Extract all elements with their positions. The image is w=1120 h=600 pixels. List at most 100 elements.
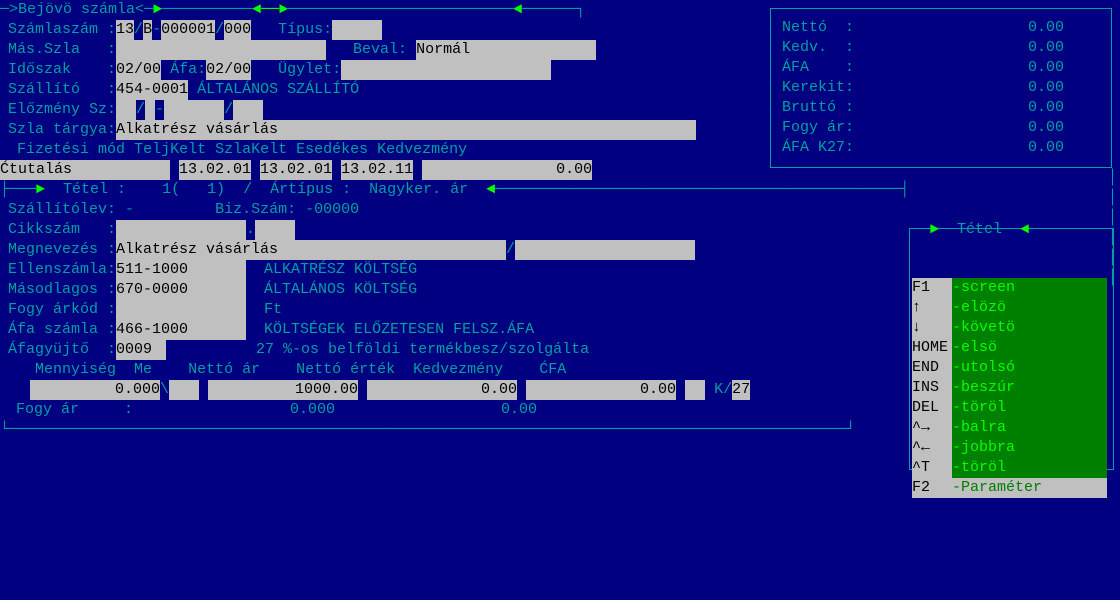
ell-field[interactable]: 511-1000 <box>116 260 246 280</box>
targy-field[interactable]: Alkatrész vásárlás <box>116 120 696 140</box>
bizszam-label: Biz.Szám: <box>215 201 296 218</box>
mas-nev: ÁLTALÁNOS KÖLTSÉG <box>264 281 417 298</box>
payment-header: Fizetési mód TeljKelt SzlaKelt Esedékes … <box>8 140 467 160</box>
nar-field[interactable]: 1000.00 <box>208 380 358 400</box>
szallito-kod[interactable]: 454-0001 <box>116 80 188 100</box>
total-fogy: Fogy ár:0.00 <box>782 118 1064 138</box>
total-netto: Nettó :0.00 <box>782 18 1064 38</box>
e3[interactable] <box>164 100 224 120</box>
far2: 0.00 <box>407 400 537 420</box>
total-kerekit: Kerekit:0.00 <box>782 78 1064 98</box>
afa-field[interactable]: 02/00 <box>206 60 251 80</box>
me-f[interactable] <box>169 380 199 400</box>
szamlaszam-field[interactable]: 13 <box>116 20 134 40</box>
help-row: END-utolsó <box>912 358 1109 378</box>
afasz-nev: KÖLTSÉGEK ELŐZETESEN FELSZ.ÁFA <box>264 321 534 338</box>
e1[interactable] <box>116 100 136 120</box>
megn-field[interactable]: Alkatrész vásárlás <box>116 240 506 260</box>
tipus-field[interactable] <box>332 20 382 40</box>
title-bar: ─>Bejövö számla<─►──────────◄──►────────… <box>0 0 585 20</box>
kedv-field[interactable]: 0.00 <box>422 160 592 180</box>
help-row: F1-screen <box>912 278 1109 298</box>
mas-label: Másodlagos : <box>8 281 116 298</box>
help-row: F2-Paraméter <box>912 478 1109 498</box>
szallito-label: Szállító : <box>8 81 116 98</box>
help-row: ^←-jobbra <box>912 438 1109 458</box>
megn-label: Megnevezés : <box>8 241 116 258</box>
sz4[interactable]: 000 <box>224 20 251 40</box>
esed-field[interactable]: 13.02.11 <box>341 160 413 180</box>
afasz-label: Áfa számla : <box>8 321 116 338</box>
total-brutto: Bruttó :0.00 <box>782 98 1064 118</box>
afagy-nev: 27 %-os belföldi termékbesz/szolgálta <box>256 341 589 358</box>
help-key: ^T <box>912 458 952 478</box>
help-row: ↓-követö <box>912 318 1109 338</box>
fizmod-field[interactable]: Ćtutalás <box>0 160 170 180</box>
help-row: ^T-töröl <box>912 458 1109 478</box>
help-body: F1-screen↑-elözö↓-követöHOME-elsöEND-uto… <box>912 238 1109 518</box>
help-key: F1 <box>912 278 952 298</box>
help-desc: -utolsó <box>952 358 1107 378</box>
help-title: ► Tétel ◄ <box>930 220 1029 240</box>
e2[interactable] <box>145 100 155 120</box>
help-row: HOME-elsö <box>912 338 1109 358</box>
afasz-field[interactable]: 466-1000 <box>116 320 246 340</box>
afa27-field[interactable]: 27 <box>732 380 750 400</box>
help-key: DEL <box>912 398 952 418</box>
help-desc: -követö <box>952 318 1107 338</box>
help-desc: -beszúr <box>952 378 1107 398</box>
megn2[interactable] <box>515 240 695 260</box>
nert-field[interactable]: 0.00 <box>367 380 517 400</box>
kedv2-field[interactable]: 0.00 <box>526 380 676 400</box>
ugylet-label: Ügylet: <box>278 61 341 78</box>
fogyar-label: Fogy ár : <box>16 401 133 418</box>
fogyarkod-field[interactable] <box>116 300 246 320</box>
masszla-field[interactable] <box>116 40 326 60</box>
afagy-field[interactable]: 0009 <box>116 340 166 360</box>
help-key: ↓ <box>912 318 952 338</box>
szlak-field[interactable]: 13.02.01 <box>260 160 332 180</box>
menny-field[interactable]: 0.000 <box>30 380 160 400</box>
fogyarkod-label: Fogy árkód : <box>8 301 116 318</box>
help-desc: -screen <box>952 278 1107 298</box>
ell-nev: ALKATRÉSZ KÖLTSÉG <box>264 261 417 278</box>
e4[interactable] <box>233 100 263 120</box>
tipus-label: Típus: <box>278 21 332 38</box>
help-desc: -elözö <box>952 298 1107 318</box>
help-key: ↑ <box>912 298 952 318</box>
sz3[interactable]: 000001 <box>161 20 215 40</box>
help-desc: -elsö <box>952 338 1107 358</box>
cikk2[interactable] <box>255 220 295 240</box>
mas-field[interactable]: 670-0000 <box>116 280 246 300</box>
ell-label: Ellenszámla: <box>8 261 116 278</box>
amount-header: Mennyiség Me Nettó ár Nettó érték Kedvez… <box>8 360 566 380</box>
help-row: ↑-elözö <box>912 298 1109 318</box>
szallito-nev: ÁLTALÁNOS SZÁLLÍTÓ <box>197 81 359 98</box>
cikkszam-field[interactable] <box>116 220 246 240</box>
idoszak-field[interactable]: 02/00 <box>116 60 161 80</box>
help-desc: -Paraméter <box>952 478 1107 498</box>
help-desc: -balra <box>952 418 1107 438</box>
targy-label: Szla tárgya: <box>8 121 116 138</box>
blank[interactable] <box>685 380 705 400</box>
szamlaszam-label: Számlaszám : <box>8 21 116 38</box>
help-desc: -töröl <box>952 398 1107 418</box>
help-key: END <box>912 358 952 378</box>
beval-label: Beval: <box>353 41 407 58</box>
sz2[interactable]: B <box>143 20 152 40</box>
telj-field[interactable]: 13.02.01 <box>179 160 251 180</box>
idoszak-label: Időszak : <box>8 61 116 78</box>
help-row: INS-beszúr <box>912 378 1109 398</box>
help-key: ^← <box>912 438 952 458</box>
masszla-label: Más.Szla : <box>8 41 116 58</box>
help-row: DEL-töröl <box>912 398 1109 418</box>
help-desc: -jobbra <box>952 438 1107 458</box>
help-row: ^→-balra <box>912 418 1109 438</box>
help-key: INS <box>912 378 952 398</box>
tetel-header: ├───► Tétel : 1( 1) / Ártípus : Nagyker.… <box>0 180 909 200</box>
beval-field[interactable]: Normál <box>416 40 596 60</box>
bottom-border: └───────────────────────────────────────… <box>0 420 855 440</box>
szallitolev-val: - <box>125 201 134 218</box>
elozmeny-label: Előzmény Sz: <box>8 101 116 118</box>
ugylet-field[interactable] <box>341 60 551 80</box>
